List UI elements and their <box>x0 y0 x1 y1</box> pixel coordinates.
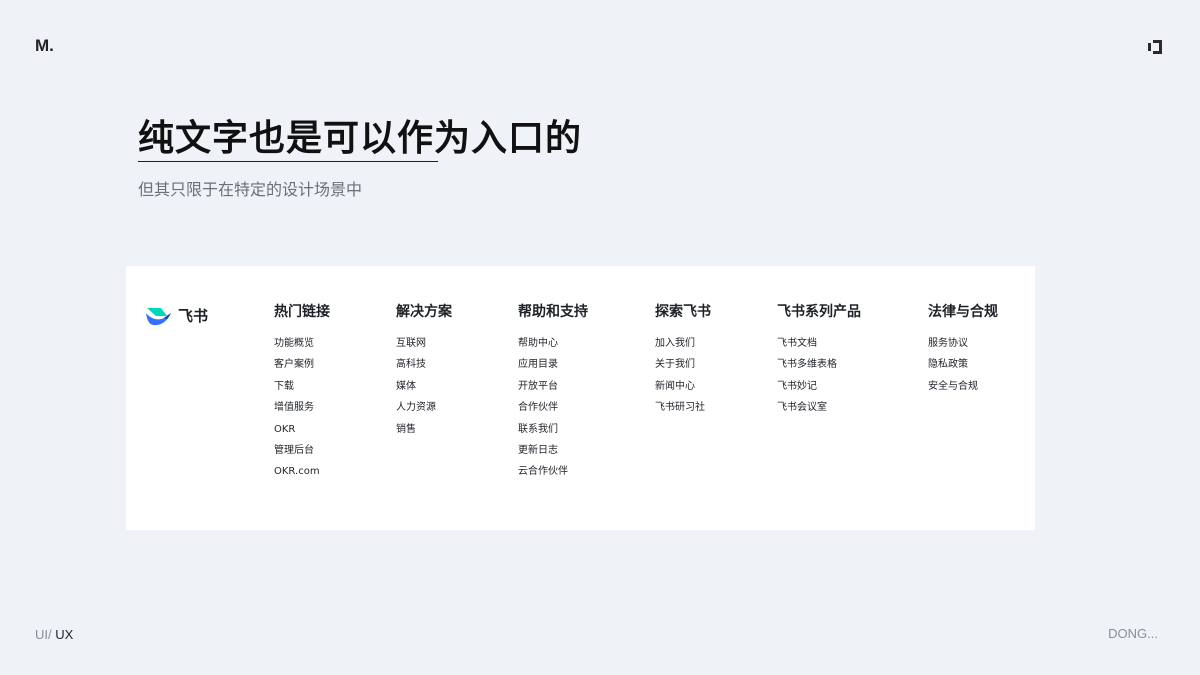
footer-link[interactable]: 功能概览 <box>274 337 330 358</box>
footer-link[interactable]: 新闻中心 <box>655 380 711 401</box>
footer-link[interactable]: 下载 <box>274 380 330 401</box>
bottom-left-label: UI/ UX <box>35 627 73 642</box>
footer-column-products: 飞书系列产品 飞书文档 飞书多维表格 飞书妙记 飞书会议室 <box>777 302 861 423</box>
footer-link[interactable]: 管理后台 <box>274 444 330 465</box>
footer-link[interactable]: 增值服务 <box>274 401 330 422</box>
footer-column-explore: 探索飞书 加入我们 关于我们 新闻中心 飞书研习社 <box>655 302 711 423</box>
footer-brand[interactable]: 飞书 <box>145 305 208 326</box>
footer-link[interactable]: 飞书研习社 <box>655 401 711 422</box>
footer-link[interactable]: 合作伙伴 <box>518 401 588 422</box>
site-footer: 飞书 热门链接 功能概览 客户案例 下载 增值服务 OKR 管理后台 OKR.c… <box>126 266 1035 530</box>
footer-column-help: 帮助和支持 帮助中心 应用目录 开放平台 合作伙伴 联系我们 更新日志 云合作伙… <box>518 302 588 487</box>
footer-link[interactable]: 云合作伙伴 <box>518 465 588 486</box>
feishu-logo-icon <box>146 307 171 325</box>
column-title: 解决方案 <box>396 304 452 320</box>
footer-link[interactable]: 服务协议 <box>928 337 998 358</box>
footer-link[interactable]: 飞书多维表格 <box>777 358 861 379</box>
column-title: 探索飞书 <box>655 304 711 320</box>
footer-link[interactable]: 关于我们 <box>655 358 711 379</box>
brand-name: 飞书 <box>178 307 209 325</box>
brand-logo: M. <box>35 36 54 55</box>
column-title: 帮助和支持 <box>518 304 588 320</box>
ui-label: UI/ <box>35 627 56 642</box>
footer-link[interactable]: OKR <box>274 423 330 444</box>
footer-link[interactable]: 飞书妙记 <box>777 380 861 401</box>
page-subtitle: 但其只限于在特定的设计场景中 <box>138 180 363 199</box>
footer-column-solutions: 解决方案 互联网 高科技 媒体 人力资源 销售 <box>396 302 452 444</box>
footer-column-legal: 法律与合规 服务协议 隐私政策 安全与合规 <box>928 302 998 401</box>
footer-link[interactable]: 飞书文档 <box>777 337 861 358</box>
footer-link[interactable]: 客户案例 <box>274 358 330 379</box>
footer-column-hot-links: 热门链接 功能概览 客户案例 下载 增值服务 OKR 管理后台 OKR.com <box>274 302 330 487</box>
title-underline <box>138 161 438 162</box>
footer-link[interactable]: 应用目录 <box>518 358 588 379</box>
footer-link[interactable]: 安全与合规 <box>928 380 998 401</box>
footer-link[interactable]: 加入我们 <box>655 337 711 358</box>
column-title: 法律与合规 <box>928 304 998 320</box>
column-title: 飞书系列产品 <box>777 304 861 320</box>
column-title: 热门链接 <box>274 304 330 320</box>
headline-block: 纯文字也是可以作为入口的 <box>138 116 582 162</box>
ux-label: UX <box>55 627 74 642</box>
footer-link[interactable]: 更新日志 <box>518 444 588 465</box>
footer-link[interactable]: 人力资源 <box>396 401 452 422</box>
frame-icon <box>1148 40 1162 54</box>
footer-link[interactable]: 销售 <box>396 423 452 444</box>
footer-link[interactable]: 帮助中心 <box>518 337 588 358</box>
footer-link[interactable]: 互联网 <box>396 337 452 358</box>
footer-link[interactable]: OKR.com <box>274 465 330 486</box>
footer-link[interactable]: 媒体 <box>396 380 452 401</box>
footer-link[interactable]: 联系我们 <box>518 423 588 444</box>
footer-link[interactable]: 飞书会议室 <box>777 401 861 422</box>
footer-link[interactable]: 开放平台 <box>518 380 588 401</box>
author-label: DONG... <box>1108 626 1158 641</box>
footer-link[interactable]: 隐私政策 <box>928 358 998 379</box>
footer-link[interactable]: 高科技 <box>396 358 452 379</box>
page-title: 纯文字也是可以作为入口的 <box>138 118 583 159</box>
